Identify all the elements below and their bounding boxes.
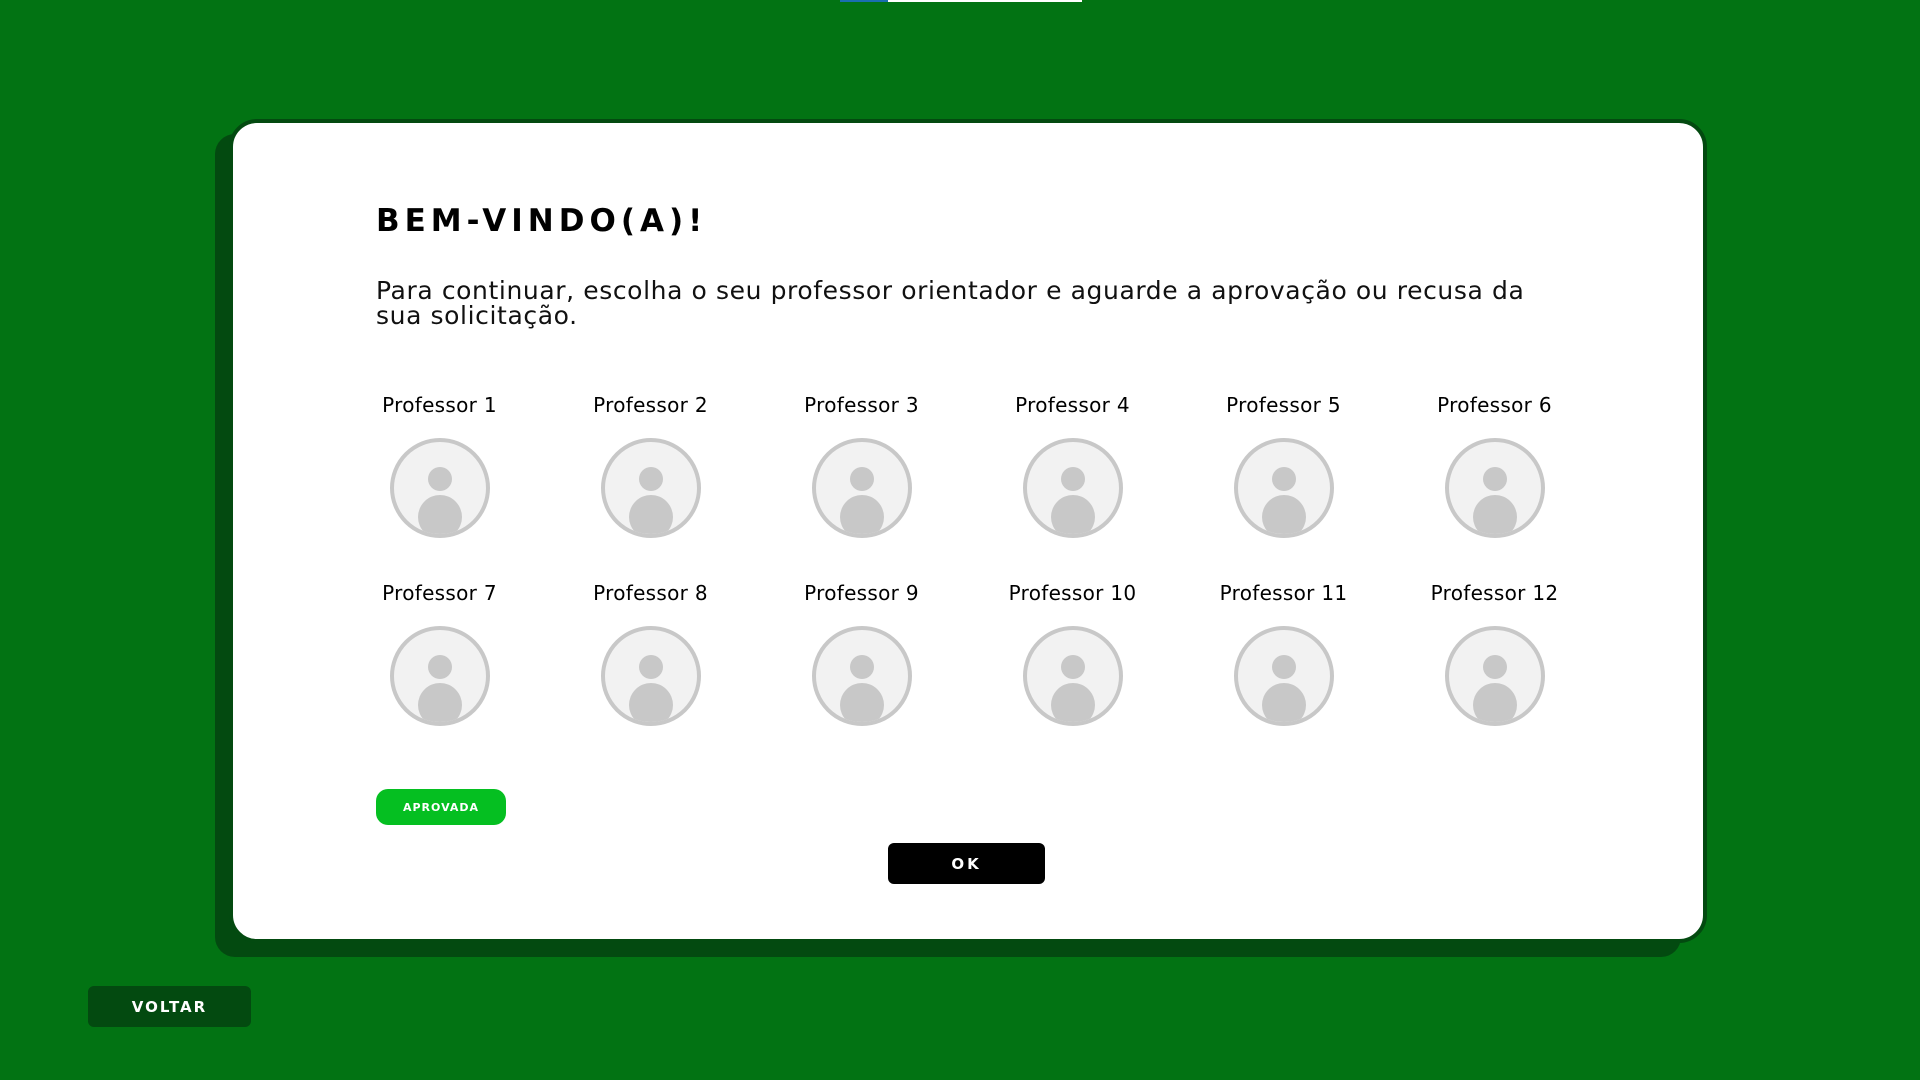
dialog-message: Para continuar, escolha o seu professor … (376, 276, 1525, 330)
user-placeholder-icon (811, 626, 912, 726)
professor-name: Professor 9 (804, 581, 919, 605)
professor-name: Professor 4 (1015, 393, 1130, 417)
professor-name: Professor 8 (593, 581, 708, 605)
ok-button[interactable]: OK (888, 843, 1045, 884)
user-placeholder-icon (600, 626, 701, 726)
professor-name: Professor 11 (1219, 581, 1348, 605)
top-progress-segment (840, 0, 888, 2)
professor-option-1[interactable]: Professor 1 (376, 393, 503, 538)
user-placeholder-icon (1233, 438, 1334, 538)
user-placeholder-icon (600, 438, 701, 538)
professor-option-3[interactable]: Professor 3 (798, 393, 925, 538)
user-placeholder-icon (1233, 626, 1334, 726)
professor-option-11[interactable]: Professor 11 (1220, 581, 1347, 726)
professor-name: Professor 5 (1226, 393, 1341, 417)
professor-name: Professor 2 (593, 393, 708, 417)
top-progress-strip (840, 0, 1082, 2)
user-placeholder-icon (811, 438, 912, 538)
user-placeholder-icon (1022, 438, 1123, 538)
professor-option-4[interactable]: Professor 4 (1009, 393, 1136, 538)
dialog-title: BEM-VINDO(A)! (376, 203, 708, 239)
user-placeholder-icon (389, 626, 490, 726)
professor-option-2[interactable]: Professor 2 (587, 393, 714, 538)
professor-name: Professor 6 (1437, 393, 1552, 417)
welcome-dialog: BEM-VINDO(A)! Para continuar, escolha o … (229, 119, 1707, 943)
professor-grid: Professor 1 Professor 2 Professor 3 Prof… (376, 393, 1641, 726)
status-badge: APROVADA (376, 789, 506, 825)
back-button[interactable]: VOLTAR (88, 986, 251, 1027)
user-placeholder-icon (1444, 626, 1545, 726)
professor-option-7[interactable]: Professor 7 (376, 581, 503, 726)
professor-option-9[interactable]: Professor 9 (798, 581, 925, 726)
professor-option-6[interactable]: Professor 6 (1431, 393, 1558, 538)
professor-name: Professor 7 (382, 581, 497, 605)
professor-name: Professor 10 (1008, 581, 1137, 605)
professor-name: Professor 12 (1430, 581, 1559, 605)
user-placeholder-icon (389, 438, 490, 538)
professor-name: Professor 3 (804, 393, 919, 417)
professor-option-10[interactable]: Professor 10 (1009, 581, 1136, 726)
user-placeholder-icon (1022, 626, 1123, 726)
professor-name: Professor 1 (382, 393, 497, 417)
user-placeholder-icon (1444, 438, 1545, 538)
professor-option-5[interactable]: Professor 5 (1220, 393, 1347, 538)
professor-option-8[interactable]: Professor 8 (587, 581, 714, 726)
professor-option-12[interactable]: Professor 12 (1431, 581, 1558, 726)
